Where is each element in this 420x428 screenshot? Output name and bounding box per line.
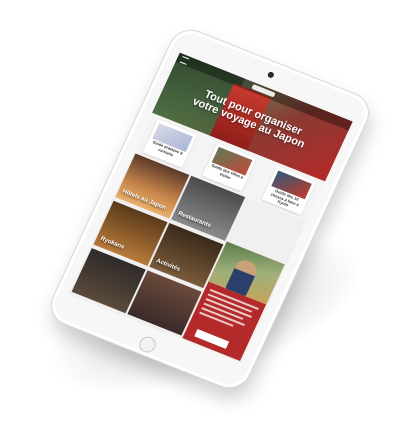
hamburger-menu-icon[interactable] [179,55,190,65]
category-tile-label: Ryokans [99,235,126,251]
scene: Tout pour organiser votre voyage au Japo… [0,0,420,420]
home-button[interactable] [136,334,159,355]
promo-person-image [225,257,260,297]
promo-button[interactable] [194,328,230,349]
camera-icon [266,71,275,79]
tablet-screen: Tout pour organiser votre voyage au Japo… [68,52,353,364]
category-tile-label: Restaurants [176,210,212,230]
category-tile-label: Activités [155,258,181,273]
tablet-device: Tout pour organiser votre voyage au Japo… [43,23,377,395]
